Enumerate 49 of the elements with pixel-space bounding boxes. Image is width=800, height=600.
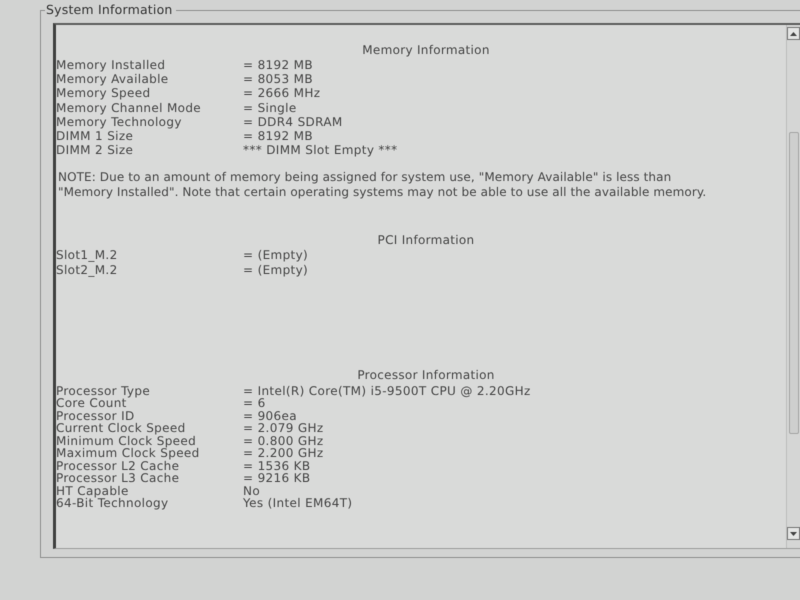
caret-up-icon (790, 32, 797, 36)
field-label: HT Capable (56, 484, 129, 498)
field-label: Memory Speed (56, 86, 152, 101)
field-label: Processor L2 Cache (56, 460, 180, 472)
field-value: = Single (243, 100, 298, 115)
section-heading: PCI Information (376, 232, 476, 248)
field-label: Memory Available (56, 72, 170, 86)
field-label: Current Clock Speed (56, 422, 187, 435)
field-label: DIMM 2 Size (56, 143, 134, 158)
scroll-down-button[interactable] (787, 527, 800, 540)
scrollbar-thumb[interactable] (789, 132, 799, 434)
field-value: = 0.800 GHz (243, 434, 325, 448)
field-label: Slot1_M.2 (56, 248, 119, 263)
field-label: Processor ID (56, 410, 135, 422)
note-text: NOTE: Due to an amount of memory being assigned for system use, "Memory Available" is less than "Memory Installed". Note that certain operating systems may not be able to use all the available memory. (58, 170, 708, 200)
field-label: Core Count (56, 397, 127, 410)
field-value: = DDR4 SDRAM (243, 114, 344, 130)
field-value: = Intel(R) Core(TM) i5-9500T CPU @ 2.20GHz (243, 384, 532, 398)
field-value: = 6 (243, 397, 266, 410)
group-title: System Information (45, 2, 176, 18)
field-label: Maximum Clock Speed (56, 447, 201, 460)
field-label: Slot2_M.2 (56, 262, 119, 277)
field-value: = 2.079 GHz (243, 422, 325, 435)
field-value: = 2.200 GHz (243, 447, 325, 460)
field-value: = 8192 MB (243, 58, 314, 72)
field-label: DIMM 1 Size (56, 129, 134, 144)
field-value: = 906ea (243, 410, 298, 422)
field-value: = 2666 MHz (243, 86, 322, 101)
scrollbar[interactable] (786, 25, 800, 548)
field-label: Minimum Clock Speed (56, 434, 196, 448)
section-heading: Processor Information (356, 366, 496, 383)
field-value: = (Empty) (243, 248, 310, 263)
field-value: Yes (Intel EM64T) (243, 497, 354, 510)
scroll-up-button[interactable] (787, 27, 800, 40)
field-value: = 8053 MB (243, 72, 314, 86)
field-label: Processor Type (56, 384, 152, 398)
field-value: = 8192 MB (243, 129, 314, 144)
field-label: Memory Technology (56, 114, 183, 130)
field-value: = (Empty) (243, 262, 310, 277)
field-value: = 1536 KB (243, 460, 312, 472)
caret-down-icon (790, 532, 797, 536)
field-label: Memory Channel Mode (56, 100, 202, 115)
field-label: 64-Bit Technology (56, 497, 170, 510)
field-value: = 9216 KB (243, 472, 312, 485)
section-heading: Memory Information (361, 42, 491, 58)
field-value: No (243, 484, 262, 498)
field-label: Memory Installed (56, 58, 166, 72)
field-value: *** DIMM Slot Empty *** (243, 143, 398, 158)
field-label: Processor L3 Cache (56, 472, 180, 485)
